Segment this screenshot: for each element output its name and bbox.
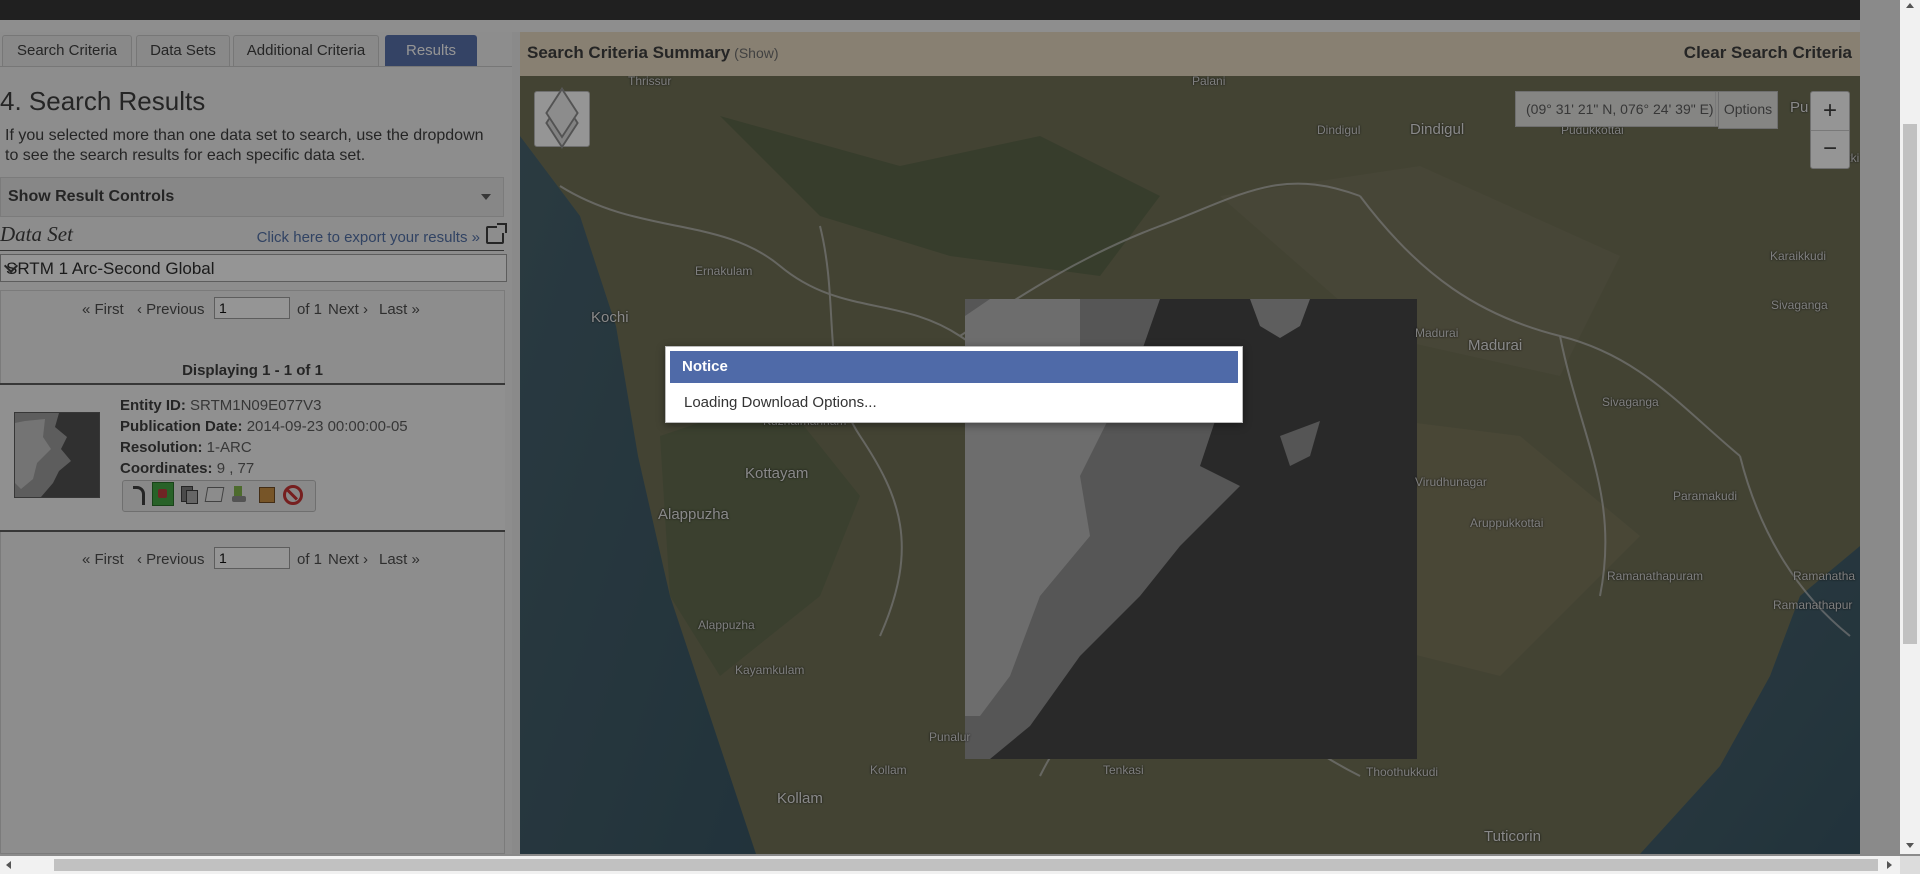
- vertical-scroll-thumb[interactable]: [1903, 124, 1917, 644]
- notice-dialog: Notice Loading Download Options...: [665, 346, 1243, 423]
- horizontal-scrollbar[interactable]: [0, 856, 1900, 874]
- scroll-up-icon[interactable]: [1906, 3, 1914, 8]
- scroll-left-icon[interactable]: [6, 861, 11, 869]
- notice-message: Loading Download Options...: [684, 394, 877, 411]
- scrollbar-corner: [1900, 856, 1920, 874]
- notice-title: Notice: [670, 351, 1238, 383]
- vertical-scrollbar[interactable]: [1900, 0, 1920, 854]
- horizontal-scroll-thumb[interactable]: [54, 859, 1878, 871]
- scroll-down-icon[interactable]: [1906, 843, 1914, 848]
- scroll-right-icon[interactable]: [1887, 861, 1892, 869]
- modal-backdrop: [0, 0, 1920, 874]
